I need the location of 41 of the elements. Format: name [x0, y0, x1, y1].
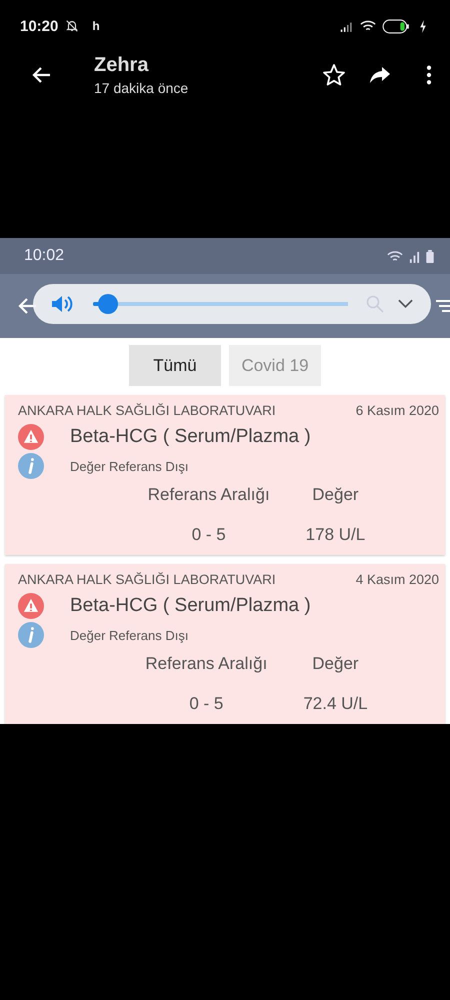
battery-icon: [426, 250, 434, 262]
warning-icon: [18, 593, 44, 619]
table-cell: 0 - 5: [192, 525, 226, 545]
sender-name: Zehra: [94, 54, 150, 76]
status-note: Değer Referans Dışı: [70, 628, 188, 642]
column-header: Değer: [312, 485, 359, 505]
test-name: Beta-HCG ( Serum/Plazma ): [70, 595, 311, 617]
chevron-down-icon[interactable]: [398, 299, 413, 309]
table-cell: 178 U/L: [306, 525, 366, 545]
signal-icon: [409, 250, 420, 262]
column-header: Değer: [312, 654, 359, 674]
signal-icon: [340, 20, 354, 32]
battery-icon: [382, 18, 410, 34]
status-time: 10:20: [20, 18, 58, 34]
result-date: 4 Kasım 2020: [356, 572, 439, 587]
speaker-icon[interactable]: [51, 295, 73, 313]
lab-name: ANKARA HALK SAĞLIĞI LABORATUVARI: [18, 403, 276, 418]
status-note: Değer Referans Dışı: [70, 458, 188, 474]
column-header: Referans Aralığı: [145, 654, 268, 674]
table-cell: 72.4 U/L: [303, 694, 368, 714]
result-card[interactable]: ANKARA HALK SAĞLIĞI LABORATUVARI 4 Kasım 2020 Beta-HCG ( Serum/Plazma ) Değer Referans Dışı Referans Aralığı Değer 0 - 5 72.4 U/L: [5, 564, 445, 724]
lab-name: ANKARA HALK SAĞLIĞI LABORATUVARI: [18, 572, 276, 587]
wifi-icon: [360, 19, 376, 33]
result-date: 6 Kasım 2020: [356, 403, 439, 418]
info-icon: [18, 622, 44, 648]
filter-icon[interactable]: [436, 299, 450, 313]
table-cell: 0 - 5: [189, 694, 224, 714]
star-icon[interactable]: [322, 62, 346, 86]
muted-bell-icon: [64, 19, 80, 33]
sent-time: 17 dakika önce: [94, 80, 188, 96]
more-icon[interactable]: [426, 64, 432, 84]
column-header: Referans Aralığı: [148, 485, 270, 505]
status-text: h: [92, 19, 100, 33]
test-name: Beta-HCG ( Serum/Plazma ): [70, 426, 311, 448]
result-card[interactable]: ANKARA HALK SAĞLIĞI LABORATUVARI 6 Kasım 2020 Beta-HCG ( Serum/Plazma ) Değer Referans Dışı Referans Aralığı Değer 0 - 5 178 U/L: [5, 395, 445, 555]
warning-icon: [18, 424, 44, 450]
info-icon: [18, 453, 44, 479]
status-time: 10:02: [24, 247, 64, 265]
wifi-icon: [387, 250, 403, 262]
slider-thumb[interactable]: [98, 294, 118, 314]
filter-tab[interactable]: Tümü: [129, 345, 221, 386]
